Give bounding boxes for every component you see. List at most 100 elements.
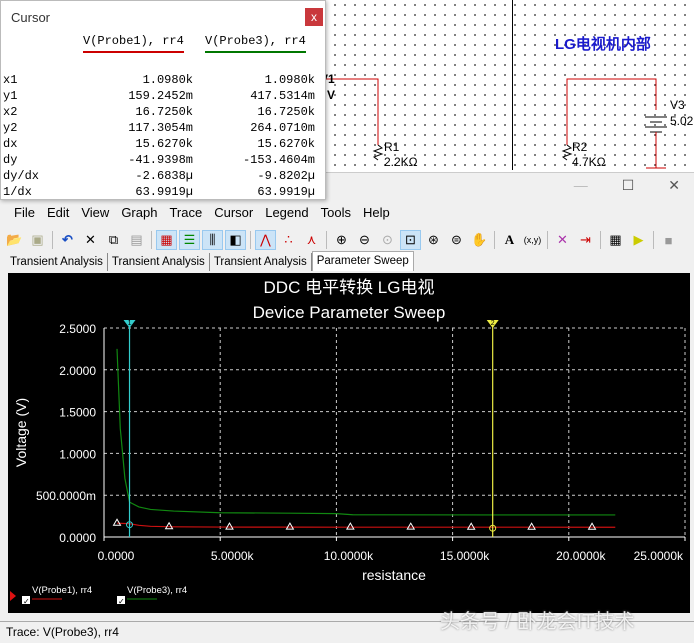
zoom-x-icon[interactable]: ⊛ (423, 230, 444, 250)
pan-icon[interactable]: ✋ (469, 230, 490, 250)
row-label: dy/dx (3, 169, 40, 183)
zoom-out-icon[interactable]: ⊖ (354, 230, 375, 250)
watermark: 头条号 / 卧龙会IT技术 (440, 611, 635, 633)
cursor-row: dy -41.9398m -153.4604m (3, 153, 319, 169)
column-header-probe1: V(Probe1), rr4 (83, 34, 184, 53)
cursor-row: y1 159.2452m 417.5314m (3, 89, 319, 105)
r1-label: R1 (384, 140, 400, 154)
probe1-value: 63.9919µ (135, 185, 193, 199)
y-tick-label: 0.0000 (59, 531, 96, 545)
probe1-value: 16.7250k (135, 105, 193, 119)
probe1-value: -41.9398m (128, 153, 193, 167)
undo-icon[interactable]: ↶ (57, 230, 78, 250)
row-label: x1 (3, 73, 18, 87)
data-marker (225, 522, 234, 530)
tab-transient-2[interactable]: Transient Analysis (108, 253, 210, 271)
export-icon[interactable]: ⇥ (575, 230, 596, 250)
series-line-0 (116, 522, 616, 528)
row-label: x2 (3, 105, 18, 119)
cursor-row: dy/dx -2.6838µ -9.8202µ (3, 169, 319, 185)
label-icon[interactable]: (x,y) (522, 230, 543, 250)
cursor-row: 1/dx 63.9919µ 63.9919µ (3, 185, 319, 201)
y-axis-label: Voltage (V) (13, 398, 29, 467)
zoom-full-icon[interactable]: ⊙ (377, 230, 398, 250)
data-marker (587, 522, 597, 530)
zoom-area-icon[interactable]: ⊡ (400, 230, 421, 250)
x-tick-label: 20.0000k (556, 549, 606, 563)
menu-file[interactable]: File (8, 205, 41, 220)
lines-points-icon[interactable]: ⋏ (301, 230, 322, 250)
copy-icon[interactable]: ⧉ (103, 230, 124, 250)
background-icon[interactable]: ◧ (225, 230, 246, 250)
paste-icon[interactable]: ▤ (126, 230, 147, 250)
text-icon[interactable]: A (499, 230, 520, 250)
cursor-row: x1 1.0980k 1.0980k (3, 73, 319, 89)
cursor-handle-label: 2 (491, 320, 495, 327)
r1-value: 2.2KΩ (384, 155, 418, 169)
open-icon[interactable]: 📂 (4, 230, 25, 250)
probe3-value: 15.6270k (257, 137, 315, 151)
show-points-icon[interactable]: ∴ (278, 230, 299, 250)
tab-transient-1[interactable]: Transient Analysis (6, 253, 108, 271)
overlay-icon[interactable]: ✕ (552, 230, 573, 250)
probe1-value: -2.6838µ (135, 169, 193, 183)
probe1-value: 1.0980k (142, 73, 193, 87)
cursor-window-title: Cursor (11, 10, 51, 25)
legend-icon[interactable]: ☰ (179, 230, 200, 250)
data-marker (406, 522, 416, 530)
zoom-y-icon[interactable]: ⊜ (446, 230, 467, 250)
menu-help[interactable]: Help (357, 205, 396, 220)
menu-legend[interactable]: Legend (259, 205, 314, 220)
probe3-value: 264.0710m (250, 121, 315, 135)
menu-trace[interactable]: Trace (163, 205, 208, 220)
chart-subtitle: Device Parameter Sweep (253, 303, 446, 322)
tab-bar: Transient Analysis Transient Analysis Tr… (6, 251, 414, 271)
plot-area[interactable]: DDC 电平转换 LG电视 Device Parameter Sweep 0.000… (8, 273, 690, 613)
probe3-value: 63.9919µ (257, 185, 315, 199)
tab-parameter-sweep[interactable]: Parameter Sweep (311, 251, 414, 271)
check-icon: ✓ (23, 597, 30, 606)
menu-graph[interactable]: Graph (115, 205, 163, 220)
row-label: 1/dx (3, 185, 32, 199)
menu-edit[interactable]: Edit (41, 205, 75, 220)
stop-icon[interactable]: ■ (658, 230, 679, 250)
chart-title: DDC 电平转换 LG电视 (264, 278, 435, 297)
show-lines-icon[interactable]: ⋀ (255, 230, 276, 250)
y-tick-label: 2.0000 (59, 364, 96, 378)
legend-label-1: V(Probe3), rr4 (127, 585, 187, 596)
grid-icon[interactable]: ▦ (156, 230, 177, 250)
save-icon[interactable]: ▣ (27, 230, 48, 250)
cursor-row: y2 117.3054m 264.0710m (3, 121, 319, 137)
y-tick-label: 1.5000 (59, 406, 96, 420)
check-icon: ✓ (118, 597, 125, 606)
y-tick-label: 500.0000m (36, 489, 96, 503)
cursor-row: x2 16.7250k 16.7250k (3, 105, 319, 121)
row-label: y2 (3, 121, 18, 135)
minimize-button[interactable]: — (574, 177, 588, 194)
menu-tools[interactable]: Tools (315, 205, 357, 220)
maximize-button[interactable]: ☐ (622, 177, 635, 194)
close-button[interactable]: ✕ (668, 177, 680, 194)
tab-transient-3[interactable]: Transient Analysis (210, 253, 312, 271)
v3-value: 5.02 (670, 114, 694, 128)
cursors-icon[interactable]: ⫼ (202, 230, 223, 250)
v1-value: V (327, 88, 336, 102)
row-label: y1 (3, 89, 18, 103)
measure-icon[interactable]: ▶ (628, 230, 649, 250)
selected-trace-indicator (10, 591, 16, 601)
x-tick-label: 15.0000k (440, 549, 490, 563)
close-icon[interactable]: x (305, 8, 323, 26)
menu-view[interactable]: View (75, 205, 115, 220)
status-text: Trace: V(Probe3), rr4 (6, 625, 119, 639)
probe3-value: -153.4604m (242, 153, 315, 167)
window-controls: — ☐ ✕ (574, 177, 680, 194)
data-marker (112, 518, 122, 526)
probe1-value: 159.2452m (128, 89, 193, 103)
r2-label: R2 (572, 140, 588, 154)
excel-icon[interactable]: ▦ (605, 230, 626, 250)
zoom-in-icon[interactable]: ⊕ (331, 230, 352, 250)
menu-cursor[interactable]: Cursor (208, 205, 259, 220)
cut-icon[interactable]: ✕ (80, 230, 101, 250)
probe3-value: 1.0980k (264, 73, 315, 87)
cursor-row: dx 15.6270k 15.6270k (3, 137, 319, 153)
